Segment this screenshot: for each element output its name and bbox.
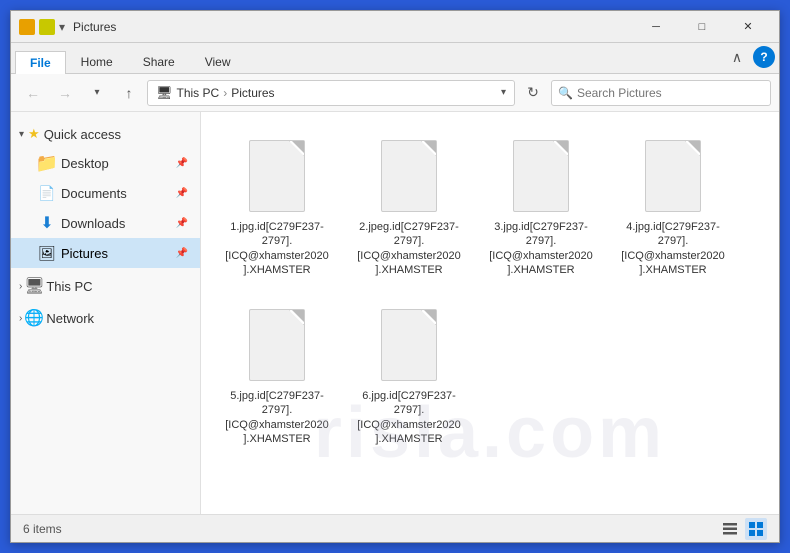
qs-icon-1 <box>19 19 35 35</box>
view-toggle <box>719 518 767 540</box>
download-icon: ⬇ <box>39 215 55 231</box>
chevron-down-icon: ▾ <box>19 129 24 140</box>
path-separator-1: › <box>223 86 227 100</box>
sidebar-item-downloads[interactable]: ⬇ Downloads 📌 <box>11 208 200 238</box>
ribbon-right-controls: ∧ ? <box>725 45 775 73</box>
chevron-right-network-icon: › <box>19 313 22 324</box>
sidebar: ▾ ★ Quick access 📁 Desktop 📌 📄 Documents… <box>11 112 201 514</box>
file-item-4[interactable]: 4.jpg.id[C279F237-2797].[ICQ@xhamster202… <box>613 128 733 285</box>
item-count: 6 items <box>23 522 62 536</box>
documents-icon: 📄 <box>39 185 55 201</box>
search-icon: 🔍 <box>558 86 573 100</box>
window-controls: ─ □ ✕ <box>633 11 771 43</box>
network-label: Network <box>46 311 94 326</box>
minimize-button[interactable]: ─ <box>633 11 679 43</box>
ribbon-tab-row: File Home Share View ∧ ? <box>11 43 779 73</box>
content-area: risla.com 1.jpg.id[C279F237-2797].[ICQ@x… <box>201 112 779 514</box>
file-page-5 <box>249 309 305 381</box>
sidebar-thispc-header[interactable]: › 🖥 This PC <box>11 272 200 300</box>
address-path[interactable]: 🖥 This PC › Pictures ▾ <box>147 80 515 106</box>
file-page-4 <box>645 140 701 212</box>
files-grid: 1.jpg.id[C279F237-2797].[ICQ@xhamster202… <box>217 128 763 454</box>
ribbon-collapse-button[interactable]: ∧ <box>725 45 749 69</box>
path-thispc: This PC <box>177 86 220 100</box>
file-item-5[interactable]: 5.jpg.id[C279F237-2797].[ICQ@xhamster202… <box>217 297 337 454</box>
file-item-2[interactable]: 2.jpeg.id[C279F237-2797].[ICQ@xhamster20… <box>349 128 469 285</box>
qs-dropdown[interactable]: ▾ <box>59 20 65 34</box>
refresh-button[interactable]: ↻ <box>519 79 547 107</box>
quick-access-label: Quick access <box>44 127 121 142</box>
file-label-3: 3.jpg.id[C279F237-2797].[ICQ@xhamster202… <box>489 220 593 277</box>
file-page-2 <box>381 140 437 212</box>
title-bar: ▾ Pictures ─ □ ✕ <box>11 11 779 43</box>
file-label-6: 6.jpg.id[C279F237-2797].[ICQ@xhamster202… <box>357 389 461 446</box>
file-page-6 <box>381 309 437 381</box>
pc-icon: 🖥 <box>26 278 42 294</box>
tab-share[interactable]: Share <box>128 50 190 73</box>
tab-home[interactable]: Home <box>66 50 128 73</box>
window-title: Pictures <box>73 20 633 34</box>
folder-icon: 📁 <box>39 155 55 171</box>
address-dropdown-button[interactable]: ▾ <box>501 87 506 98</box>
ribbon: File Home Share View ∧ ? <box>11 43 779 74</box>
file-item-3[interactable]: 3.jpg.id[C279F237-2797].[ICQ@xhamster202… <box>481 128 601 285</box>
sidebar-desktop-label: Desktop <box>61 156 170 171</box>
back-button[interactable]: ← <box>19 79 47 107</box>
file-icon-2 <box>377 136 441 216</box>
file-label-1: 1.jpg.id[C279F237-2797].[ICQ@xhamster202… <box>225 220 329 277</box>
pin-icon: 📌 <box>176 158 188 169</box>
sidebar-pictures-label: Pictures <box>61 246 170 261</box>
sidebar-item-documents[interactable]: 📄 Documents 📌 <box>11 178 200 208</box>
status-bar: 6 items <box>11 514 779 542</box>
file-icon-6 <box>377 305 441 385</box>
grid-view-button[interactable] <box>745 518 767 540</box>
sidebar-item-desktop[interactable]: 📁 Desktop 📌 <box>11 148 200 178</box>
file-label-5: 5.jpg.id[C279F237-2797].[ICQ@xhamster202… <box>225 389 329 446</box>
file-icon-1 <box>245 136 309 216</box>
chevron-right-icon: › <box>19 281 22 292</box>
sidebar-network-header[interactable]: › 🌐 Network <box>11 304 200 332</box>
file-item-1[interactable]: 1.jpg.id[C279F237-2797].[ICQ@xhamster202… <box>217 128 337 285</box>
pin-icon-dl: 📌 <box>176 218 188 229</box>
sidebar-documents-label: Documents <box>61 186 170 201</box>
file-label-4: 4.jpg.id[C279F237-2797].[ICQ@xhamster202… <box>621 220 725 277</box>
maximize-button[interactable]: □ <box>679 11 725 43</box>
file-icon-5 <box>245 305 309 385</box>
file-icon-4 <box>641 136 705 216</box>
sidebar-downloads-label: Downloads <box>61 216 170 231</box>
network-icon: 🌐 <box>26 310 42 326</box>
help-button[interactable]: ? <box>753 46 775 68</box>
file-page-3 <box>513 140 569 212</box>
quick-access-toolbar: ▾ <box>19 19 65 35</box>
pin-icon-doc: 📌 <box>176 188 188 199</box>
search-input[interactable] <box>577 86 764 100</box>
file-item-6[interactable]: 6.jpg.id[C279F237-2797].[ICQ@xhamster202… <box>349 297 469 454</box>
star-icon: ★ <box>28 126 40 142</box>
file-icon-3 <box>509 136 573 216</box>
pictures-icon: 🖼 <box>39 245 55 261</box>
tab-view[interactable]: View <box>190 50 246 73</box>
explorer-window: ▾ Pictures ─ □ ✕ File Home Share View ∧ … <box>10 10 780 543</box>
qs-icon-2 <box>39 19 55 35</box>
path-pictures: Pictures <box>231 86 274 100</box>
address-bar: ← → ▾ ↑ 🖥 This PC › Pictures ▾ ↻ 🔍 <box>11 74 779 112</box>
file-page-1 <box>249 140 305 212</box>
forward-button[interactable]: → <box>51 79 79 107</box>
file-label-2: 2.jpeg.id[C279F237-2797].[ICQ@xhamster20… <box>357 220 461 277</box>
pin-icon-pic: 📌 <box>176 248 188 259</box>
recent-locations-button[interactable]: ▾ <box>83 79 111 107</box>
up-button[interactable]: ↑ <box>115 79 143 107</box>
sidebar-item-pictures[interactable]: 🖼 Pictures 📌 <box>11 238 200 268</box>
this-pc-label: This PC <box>46 279 92 294</box>
search-box: 🔍 <box>551 80 771 106</box>
close-button[interactable]: ✕ <box>725 11 771 43</box>
path-icon: 🖥 <box>156 85 173 101</box>
tab-file[interactable]: File <box>15 51 66 74</box>
sidebar-quick-access-header[interactable]: ▾ ★ Quick access <box>11 120 200 148</box>
list-view-button[interactable] <box>719 518 741 540</box>
main-area: ▾ ★ Quick access 📁 Desktop 📌 📄 Documents… <box>11 112 779 514</box>
